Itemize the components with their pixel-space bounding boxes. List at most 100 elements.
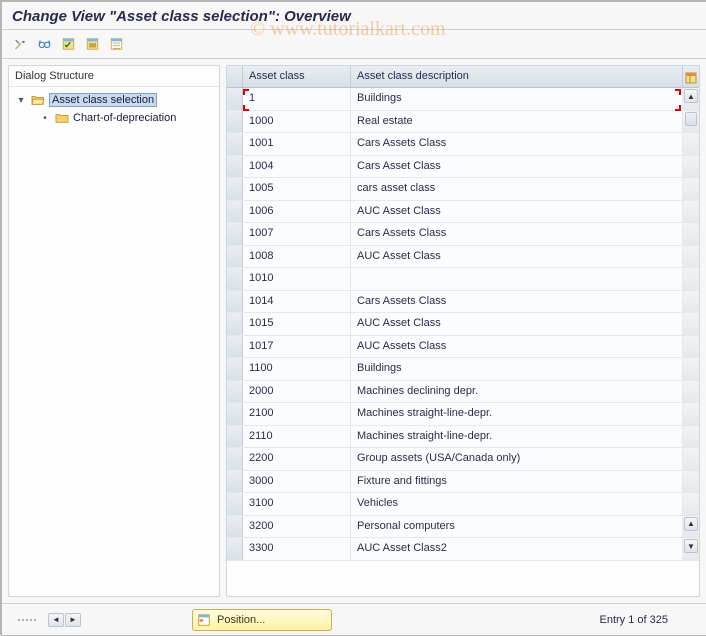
row-selector[interactable] [227,493,243,515]
row-selector-header[interactable] [227,66,243,87]
cell-asset-class[interactable]: 2000 [243,381,351,403]
scrollbar-track[interactable] [683,246,699,268]
column-header-asset-class-description[interactable]: Asset class description [351,66,683,87]
cell-asset-class-description[interactable]: Buildings [351,88,683,110]
cell-asset-class[interactable]: 1001 [243,133,351,155]
table-row[interactable]: 1010 [227,268,699,291]
cell-asset-class-description[interactable]: Machines straight-line-depr. [351,403,683,425]
scrollbar-track[interactable] [683,471,699,493]
cell-asset-class[interactable]: 3100 [243,493,351,515]
scroll-up-button[interactable]: ▲ [684,517,698,531]
cell-asset-class-description[interactable]: AUC Asset Class [351,313,683,335]
table-row[interactable]: 3000Fixture and fittings [227,471,699,494]
row-selector[interactable] [227,381,243,403]
cell-asset-class-description[interactable] [351,268,683,290]
table-row[interactable]: 1001Cars Assets Class [227,133,699,156]
cell-asset-class[interactable]: 1010 [243,268,351,290]
scroll-right-button[interactable]: ► [65,613,81,627]
table-row[interactable]: 1000Real estate [227,111,699,134]
cell-asset-class-description[interactable]: AUC Asset Class2 [351,538,683,560]
scrollbar-track[interactable]: ▲ [683,516,699,538]
scrollbar-track[interactable] [683,111,699,133]
row-selector[interactable] [227,88,243,110]
table-row[interactable]: 1006AUC Asset Class [227,201,699,224]
table-row[interactable]: 1100Buildings [227,358,699,381]
row-selector[interactable] [227,291,243,313]
cell-asset-class-description[interactable]: Group assets (USA/Canada only) [351,448,683,470]
cell-asset-class[interactable]: 1008 [243,246,351,268]
cell-asset-class[interactable]: 2110 [243,426,351,448]
toolbar-change-display-button[interactable] [34,35,54,53]
tree-node-chart-of-depreciation[interactable]: • Chart-of-depreciation [13,109,215,127]
cell-asset-class[interactable]: 3200 [243,516,351,538]
splitter-handle[interactable] [10,613,44,627]
row-selector[interactable] [227,336,243,358]
scrollbar-track[interactable] [683,156,699,178]
cell-asset-class-description[interactable]: cars asset class [351,178,683,200]
scrollbar-track[interactable] [683,223,699,245]
scrollbar-track[interactable] [683,493,699,515]
row-selector[interactable] [227,538,243,560]
row-selector[interactable] [227,268,243,290]
table-row[interactable]: 2000Machines declining depr. [227,381,699,404]
row-selector[interactable] [227,516,243,538]
table-config-button[interactable] [683,66,699,87]
cell-asset-class[interactable]: 1015 [243,313,351,335]
expander-icon[interactable]: ▾ [15,94,27,106]
row-selector[interactable] [227,426,243,448]
row-selector[interactable] [227,111,243,133]
table-row[interactable]: 1005cars asset class [227,178,699,201]
row-selector[interactable] [227,313,243,335]
cell-asset-class[interactable]: 1000 [243,111,351,133]
table-row[interactable]: 1017AUC Assets Class [227,336,699,359]
row-selector[interactable] [227,133,243,155]
cell-asset-class[interactable]: 1007 [243,223,351,245]
cell-asset-class[interactable]: 1 [243,88,351,110]
row-selector[interactable] [227,201,243,223]
tree-node-asset-class-selection[interactable]: ▾ Asset class selection [13,91,215,109]
row-selector[interactable] [227,358,243,380]
table-row[interactable]: 1004Cars Asset Class [227,156,699,179]
scrollbar-track[interactable]: ▼ [683,538,699,560]
cell-asset-class[interactable]: 1014 [243,291,351,313]
row-selector[interactable] [227,246,243,268]
cell-asset-class[interactable]: 1100 [243,358,351,380]
scrollbar-track[interactable] [683,381,699,403]
cell-asset-class[interactable]: 1017 [243,336,351,358]
scroll-left-button[interactable]: ◄ [48,613,64,627]
cell-asset-class-description[interactable]: Fixture and fittings [351,471,683,493]
scroll-down-button[interactable]: ▼ [684,539,698,553]
table-row[interactable]: 2110Machines straight-line-depr. [227,426,699,449]
scrollbar-track[interactable] [683,291,699,313]
cell-asset-class-description[interactable]: AUC Asset Class [351,201,683,223]
scrollbar-track[interactable] [683,313,699,335]
table-row[interactable]: 1007Cars Assets Class [227,223,699,246]
position-button[interactable]: Position... [192,609,332,631]
cell-asset-class[interactable]: 2100 [243,403,351,425]
row-selector[interactable] [227,156,243,178]
cell-asset-class-description[interactable]: Cars Assets Class [351,291,683,313]
table-row[interactable]: 1014Cars Assets Class [227,291,699,314]
row-selector[interactable] [227,178,243,200]
scrollbar-track[interactable] [683,268,699,290]
column-header-asset-class[interactable]: Asset class [243,66,351,87]
row-selector[interactable] [227,403,243,425]
scrollbar-track[interactable]: ▲ [683,88,699,110]
table-row[interactable]: 1015AUC Asset Class [227,313,699,336]
cell-asset-class-description[interactable]: Cars Assets Class [351,133,683,155]
toolbar-deselect-all-button[interactable] [106,35,126,53]
table-row[interactable]: 1008AUC Asset Class [227,246,699,269]
scrollbar-track[interactable] [683,178,699,200]
table-row[interactable]: 2200Group assets (USA/Canada only) [227,448,699,471]
cell-asset-class[interactable]: 2200 [243,448,351,470]
toolbar-select-all-button[interactable] [58,35,78,53]
table-row[interactable]: 3300AUC Asset Class2▼ [227,538,699,561]
scrollbar-track[interactable] [683,426,699,448]
table-row[interactable]: 2100Machines straight-line-depr. [227,403,699,426]
cell-asset-class[interactable]: 1005 [243,178,351,200]
row-selector[interactable] [227,223,243,245]
cell-asset-class[interactable]: 1004 [243,156,351,178]
scrollbar-track[interactable] [683,448,699,470]
row-selector[interactable] [227,471,243,493]
cell-asset-class[interactable]: 3000 [243,471,351,493]
